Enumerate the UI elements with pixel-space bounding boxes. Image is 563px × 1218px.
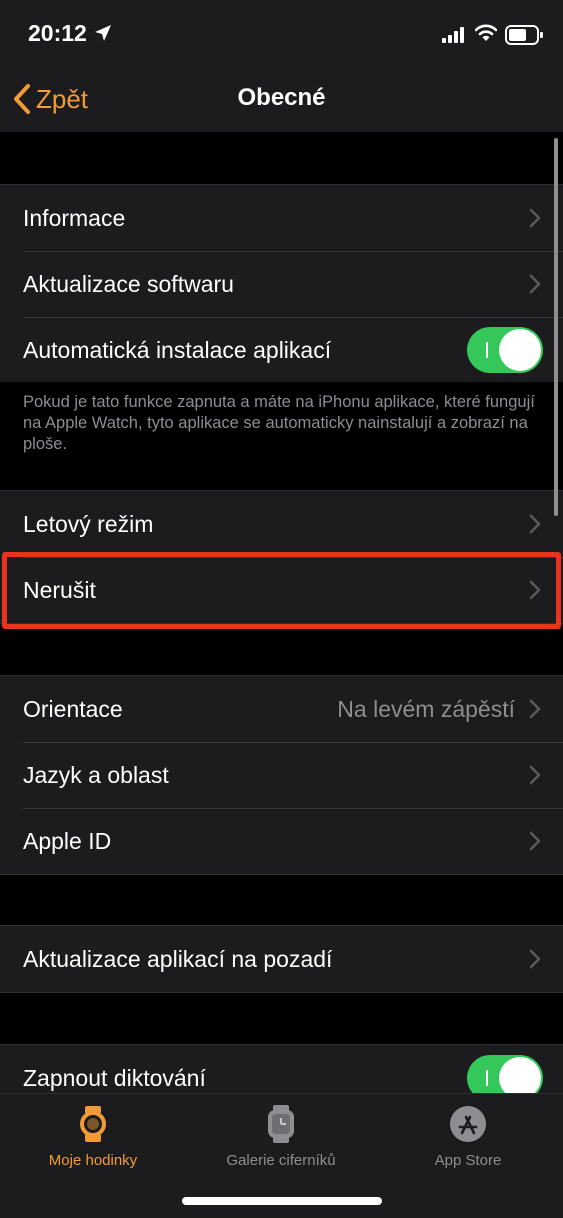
status-time: 20:12 <box>28 20 87 46</box>
home-indicator <box>182 1197 382 1205</box>
row-label: Orientace <box>23 695 123 722</box>
page-title: Obecné <box>237 84 326 111</box>
toggle-on-mark-icon <box>486 1070 488 1086</box>
row-info[interactable]: Informace <box>0 185 563 251</box>
chevron-right-icon <box>529 514 541 534</box>
tab-watch-faces[interactable]: Galerie ciferníků <box>201 1104 361 1169</box>
tab-my-watch[interactable]: Moje hodinky <box>13 1104 173 1169</box>
battery-icon <box>505 25 543 45</box>
section-locale: Orientace Na levém zápěstí Jazyk a oblas… <box>0 675 563 875</box>
row-label: Informace <box>23 204 126 231</box>
row-software-update[interactable]: Aktualizace softwaru <box>0 251 563 317</box>
row-apple-id[interactable]: Apple ID <box>0 808 563 874</box>
row-label: Apple ID <box>23 827 112 854</box>
tab-label: Moje hodinky <box>48 1152 138 1169</box>
watch-icon <box>80 1106 106 1142</box>
section-background: Aktualizace aplikací na pozadí <box>0 925 563 993</box>
row-label: Aktualizace softwaru <box>23 270 234 297</box>
chevron-right-icon <box>529 580 541 600</box>
row-background-refresh[interactable]: Aktualizace aplikací na pozadí <box>0 926 563 992</box>
row-label: Letový režim <box>23 510 154 537</box>
auto-install-note: Pokud je tato funkce zapnuta a máte na i… <box>0 382 563 490</box>
tab-app-store[interactable]: App Store <box>388 1104 548 1169</box>
chevron-right-icon <box>529 831 541 851</box>
chevron-right-icon <box>529 208 541 228</box>
toggle-on-mark-icon <box>486 342 488 358</box>
row-orientation[interactable]: Orientace Na levém zápěstí <box>0 676 563 742</box>
navigation-bar: Zpět Obecné <box>0 70 563 132</box>
note-text: Pokud je tato funkce zapnuta a máte na i… <box>23 393 535 453</box>
chevron-right-icon <box>529 949 541 969</box>
row-do-not-disturb[interactable]: Nerušit <box>0 557 563 623</box>
scrollbar[interactable] <box>554 138 558 516</box>
row-label: Jazyk a oblast <box>23 761 169 788</box>
row-label: Zapnout diktování <box>23 1064 206 1091</box>
toggle-knob <box>499 329 541 371</box>
section-general: Informace Aktualizace softwaru Automatic… <box>0 184 563 384</box>
tab-label: Galerie ciferníků <box>226 1152 336 1169</box>
watch-face-icon <box>268 1105 294 1143</box>
row-airplane-mode[interactable]: Letový režim <box>0 491 563 557</box>
row-value: Na levém zápěstí <box>337 695 515 722</box>
row-auto-install: Automatická instalace aplikací <box>0 317 563 383</box>
tab-label: App Store <box>434 1152 502 1169</box>
status-bar: 20:12 <box>0 0 563 70</box>
location-arrow-icon <box>95 25 111 41</box>
chevron-right-icon <box>529 699 541 719</box>
row-label: Automatická instalace aplikací <box>23 336 332 363</box>
app-store-icon <box>450 1106 486 1142</box>
chevron-right-icon <box>529 765 541 785</box>
auto-install-toggle[interactable] <box>467 327 543 373</box>
section-modes: Letový režim Nerušit <box>0 490 563 624</box>
cellular-signal-icon <box>442 27 464 43</box>
row-label: Aktualizace aplikací na pozadí <box>23 945 333 972</box>
wifi-icon <box>475 24 497 41</box>
chevron-right-icon <box>529 274 541 294</box>
row-label: Nerušit <box>23 576 96 603</box>
row-language-region[interactable]: Jazyk a oblast <box>0 742 563 808</box>
